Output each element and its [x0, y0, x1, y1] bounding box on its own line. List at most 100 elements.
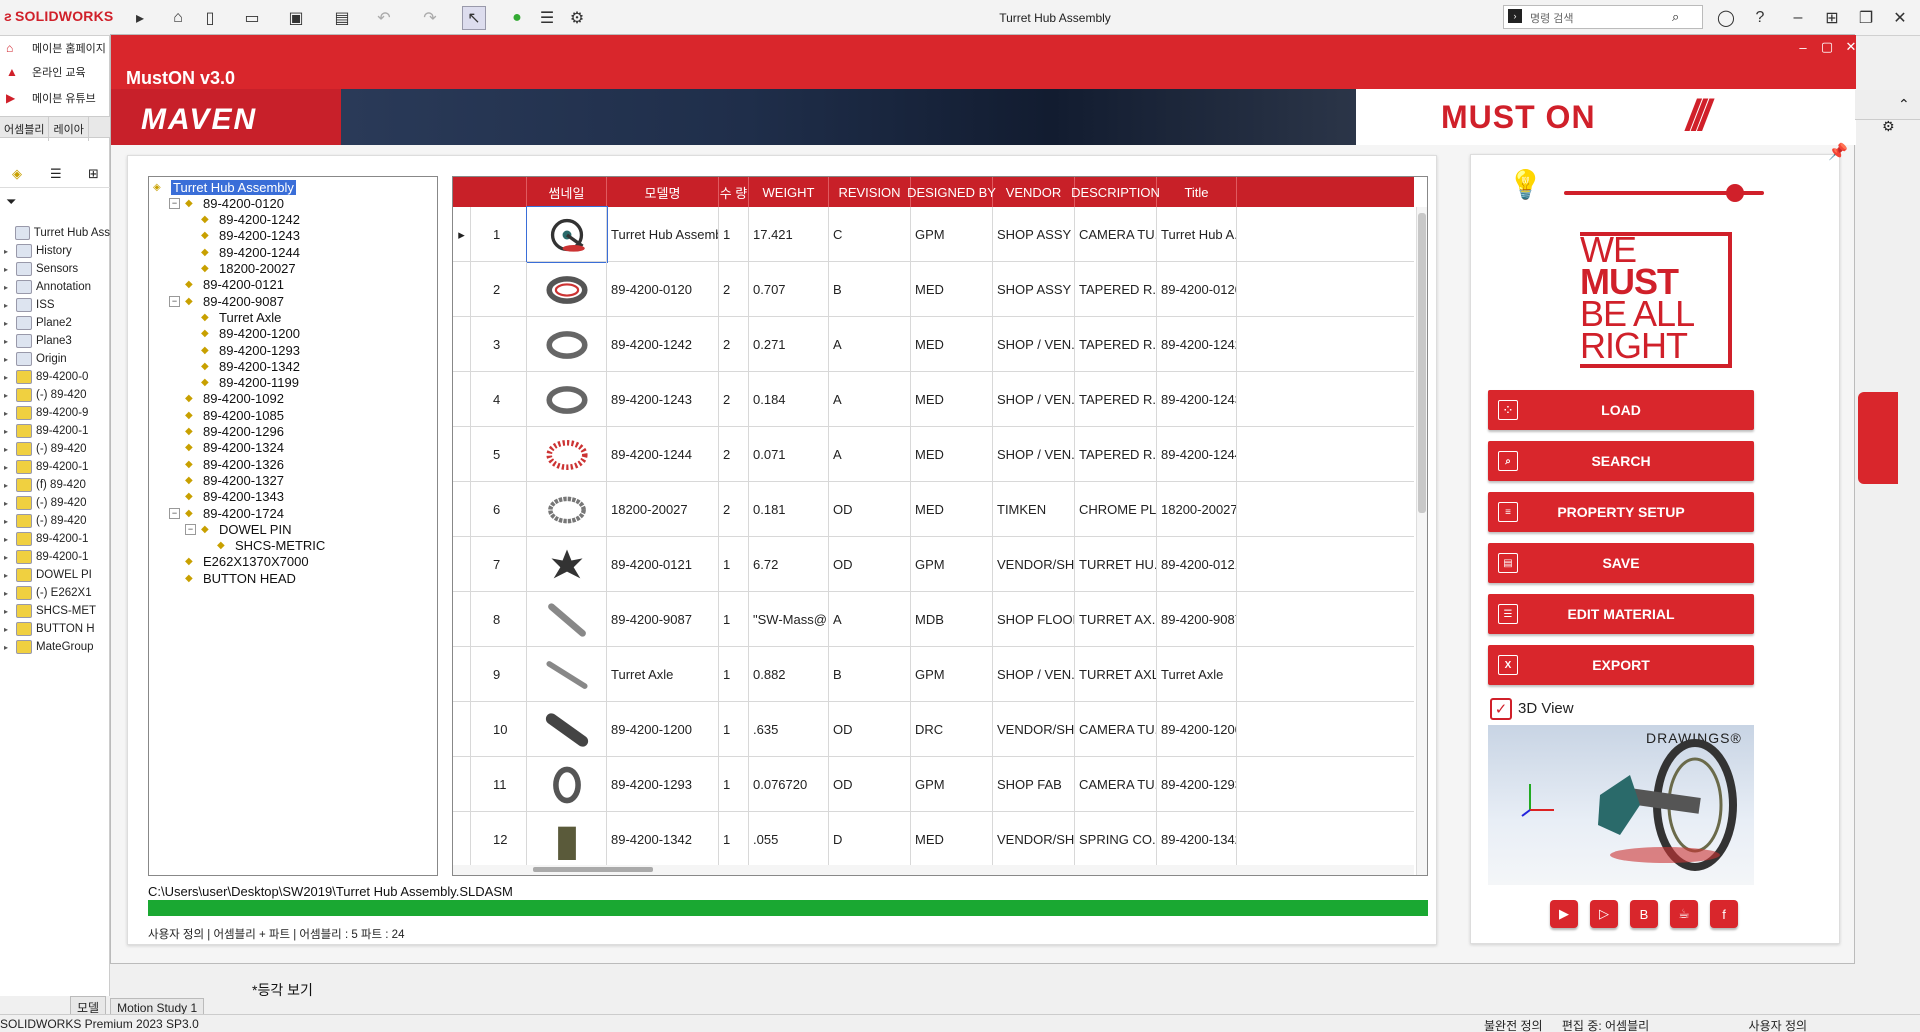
- table-cell[interactable]: 10: [471, 702, 527, 757]
- table-cell[interactable]: A: [829, 317, 911, 372]
- close-icon[interactable]: ✕: [1839, 37, 1863, 57]
- table-cell[interactable]: TURRET AXLE: [1075, 647, 1157, 702]
- thumbnail-cell[interactable]: [527, 647, 607, 702]
- expand-arrow-icon[interactable]: ▸: [4, 625, 14, 634]
- expand-arrow-icon[interactable]: ▸: [4, 445, 14, 454]
- expand-arrow-icon[interactable]: ▸: [4, 463, 14, 472]
- tree-node[interactable]: ◆ BUTTON HEAD: [169, 568, 296, 588]
- table-row[interactable]: 9 Turret Axle 1 0.882 B GPM SHOP / VEN... TURRE…: [453, 647, 1414, 702]
- table-cell[interactable]: 1: [719, 207, 749, 262]
- row-header[interactable]: [453, 702, 471, 757]
- save-button[interactable]: ▤ SAVE: [1488, 543, 1754, 583]
- table-cell[interactable]: 18200-20027: [607, 482, 719, 537]
- table-cell[interactable]: 1: [719, 757, 749, 812]
- row-header[interactable]: [453, 537, 471, 592]
- export-button[interactable]: X EXPORT: [1488, 645, 1754, 685]
- table-cell[interactable]: 0.071: [749, 427, 829, 482]
- thumbnail-cell[interactable]: [527, 427, 607, 482]
- property-manager-icon[interactable]: ☰: [50, 166, 62, 182]
- expand-arrow-icon[interactable]: ▸: [4, 301, 14, 310]
- table-row[interactable]: ▸1Turret Hub Assembly117.421CGPMSHOP ASS…: [453, 206, 1414, 263]
- table-cell[interactable]: 89-4200-1243: [607, 372, 719, 427]
- table-cell[interactable]: Turret Hub A...: [1157, 207, 1237, 262]
- table-row[interactable]: 618200-2002720.181ODMEDTIMKENCHROME PL..…: [453, 482, 1414, 537]
- table-cell[interactable]: VENDOR/SH...: [993, 702, 1075, 757]
- table-cell[interactable]: B: [829, 262, 911, 317]
- table-cell[interactable]: 89-4200-0120: [1157, 262, 1237, 317]
- table-cell[interactable]: GPM: [911, 207, 993, 262]
- row-header[interactable]: [453, 647, 471, 702]
- table-row[interactable]: 1289-4200-13421.055DMEDVENDOR/SH...SPRIN…: [453, 812, 1414, 867]
- pin-icon[interactable]: 📌: [1828, 142, 1848, 162]
- table-cell[interactable]: 9: [471, 647, 527, 702]
- units-status[interactable]: 사용자 정의: [1749, 1019, 1808, 1032]
- feature-manager-icon[interactable]: ◈: [12, 166, 22, 182]
- row-header[interactable]: [453, 757, 471, 812]
- user-icon[interactable]: ◯: [1714, 6, 1738, 30]
- table-cell[interactable]: 0.707: [749, 262, 829, 317]
- table-cell[interactable]: 1: [719, 702, 749, 757]
- facebook-icon[interactable]: f: [1710, 900, 1738, 928]
- table-cell[interactable]: MED: [911, 427, 993, 482]
- expand-arrow-icon[interactable]: ▸: [128, 6, 152, 30]
- table-cell[interactable]: 12: [471, 812, 527, 867]
- table-cell[interactable]: 89-4200-0121: [1157, 537, 1237, 592]
- table-cell[interactable]: 1: [719, 537, 749, 592]
- tile-icon[interactable]: ⊞: [1820, 6, 1844, 30]
- table-cell[interactable]: A: [829, 372, 911, 427]
- expand-arrow-icon[interactable]: ▸: [4, 481, 14, 490]
- table-row[interactable]: 5 89-4200-1244 2 0.071 A MED SHOP / VEN... TAPE…: [453, 427, 1414, 482]
- column-header[interactable]: DESIGNED BY: [907, 177, 996, 207]
- expand-arrow-icon[interactable]: ▸: [4, 247, 14, 256]
- table-cell[interactable]: 89-4200-1200: [607, 702, 719, 757]
- row-header[interactable]: [453, 427, 471, 482]
- row-header[interactable]: [453, 482, 471, 537]
- table-cell[interactable]: GPM: [911, 647, 993, 702]
- expand-arrow-icon[interactable]: ▸: [4, 535, 14, 544]
- table-cell[interactable]: Turret Hub Assembly: [607, 207, 719, 262]
- load-button[interactable]: ⁘ LOAD: [1488, 390, 1754, 430]
- row-header[interactable]: [453, 372, 471, 427]
- table-cell[interactable]: 1: [719, 812, 749, 867]
- table-row[interactable]: 889-4200-90871"SW-Mass@...AMDBSHOP FLOOR…: [453, 592, 1414, 647]
- thumbnail-cell[interactable]: [526, 206, 608, 263]
- new-file-icon[interactable]: ▯: [198, 6, 222, 30]
- table-cell[interactable]: GPM: [911, 757, 993, 812]
- table-cell[interactable]: 6: [471, 482, 527, 537]
- table-cell[interactable]: 89-4200-1200: [1157, 702, 1237, 757]
- table-cell[interactable]: A: [829, 592, 911, 647]
- table-cell[interactable]: MED: [911, 812, 993, 867]
- brightness-slider-knob[interactable]: [1726, 184, 1744, 202]
- table-cell[interactable]: 0.181: [749, 482, 829, 537]
- table-cell[interactable]: 2: [719, 262, 749, 317]
- table-cell[interactable]: .055: [749, 812, 829, 867]
- table-cell[interactable]: 89-4200-0121: [607, 537, 719, 592]
- table-cell[interactable]: "SW-Mass@...: [749, 592, 829, 647]
- table-cell[interactable]: 1: [719, 592, 749, 647]
- home-icon[interactable]: ⌂: [166, 6, 190, 30]
- table-cell[interactable]: TURRET AX...: [1075, 592, 1157, 647]
- expand-arrow-icon[interactable]: ▸: [4, 499, 14, 508]
- table-cell[interactable]: 3: [471, 317, 527, 372]
- table-cell[interactable]: MED: [911, 262, 993, 317]
- table-cell[interactable]: CAMERA TU...: [1075, 757, 1157, 812]
- column-header[interactable]: 모델명: [607, 177, 719, 207]
- table-cell[interactable]: Turret Axle: [607, 647, 719, 702]
- table-cell[interactable]: SHOP FLOOR: [993, 592, 1075, 647]
- thumbnail-cell[interactable]: [527, 757, 607, 812]
- expand-arrow-icon[interactable]: ▸: [4, 643, 14, 652]
- table-row[interactable]: 789-4200-012116.72ODGPMVENDOR/SH...TURRE…: [453, 537, 1414, 592]
- row-header[interactable]: [453, 592, 471, 647]
- undo-icon[interactable]: ↶: [372, 6, 396, 30]
- collapse-toggle-icon[interactable]: −: [169, 295, 180, 307]
- column-header[interactable]: 썸네일: [527, 177, 607, 207]
- expand-arrow-icon[interactable]: ▸: [4, 553, 14, 562]
- column-header[interactable]: VENDOR: [993, 177, 1075, 207]
- table-cell[interactable]: 7: [471, 537, 527, 592]
- table-cell[interactable]: TIMKEN: [993, 482, 1075, 537]
- row-header[interactable]: [453, 317, 471, 372]
- minimize-icon[interactable]: –: [1791, 37, 1815, 57]
- table-cell[interactable]: 2: [719, 372, 749, 427]
- thumbnail-cell[interactable]: [527, 262, 607, 317]
- collapse-toggle-icon[interactable]: −: [169, 197, 180, 209]
